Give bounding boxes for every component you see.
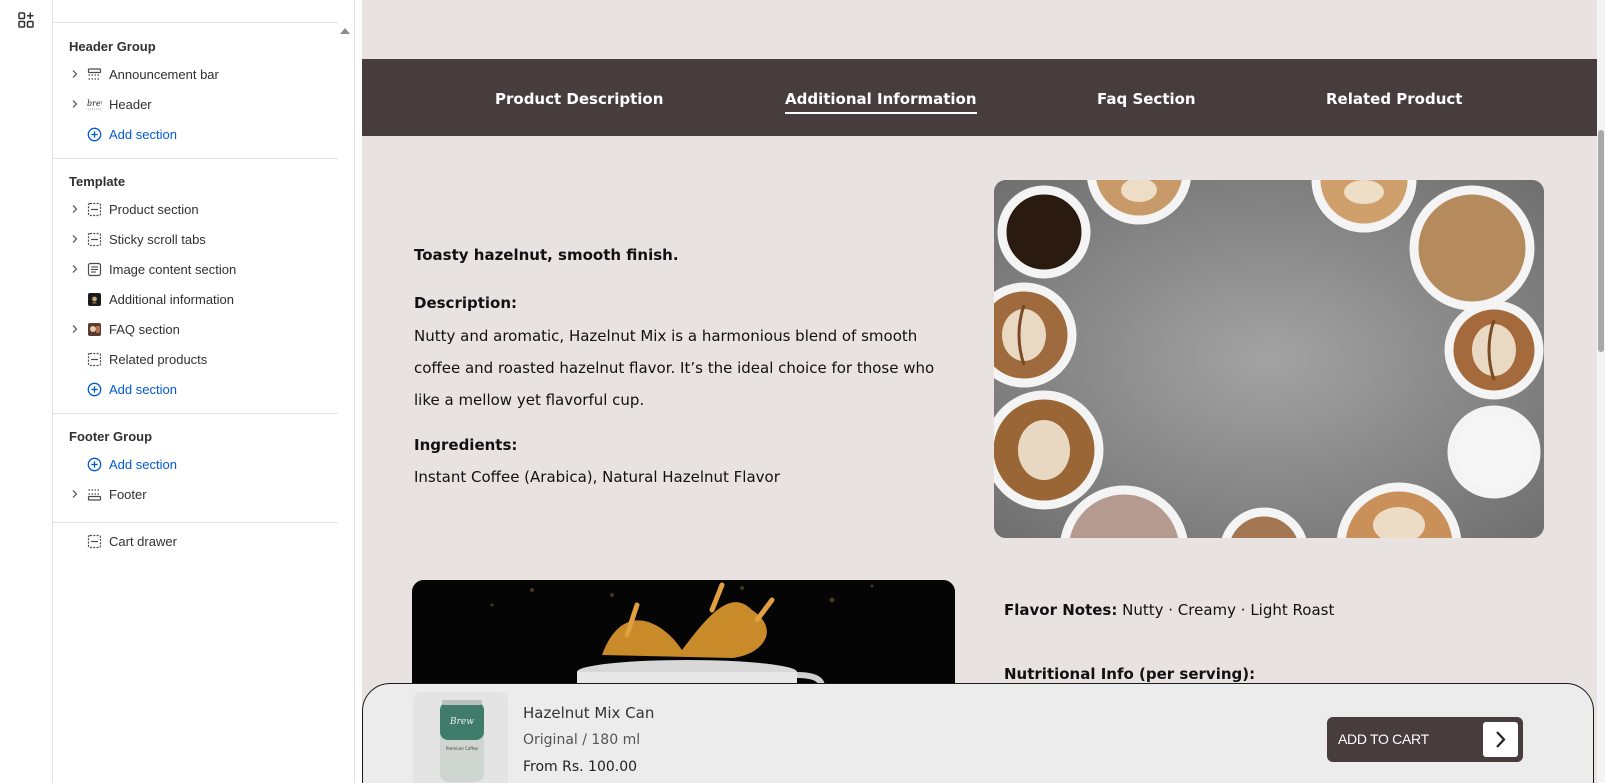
icon-rail [0,0,53,783]
footer-icon [87,489,102,501]
divider [53,158,338,159]
product-tagline: Toasty hazelnut, smooth finish. [414,246,679,264]
description-heading: Description: [414,294,518,312]
tab-product-description[interactable]: Product Description [495,90,663,108]
divider [53,522,338,523]
description-text: Nutty and aromatic, Hazelnut Mix is a ha… [414,327,935,409]
add-section-label: Add section [109,457,177,472]
sidebar-item-cart-drawer[interactable]: Cart drawer [53,527,338,555]
sidebar-item-label: Additional information [109,292,235,307]
flavor-notes-value: Nutty · Creamy · Light Roast [1122,601,1335,619]
sidebar-item-header[interactable]: brew Header [53,90,338,118]
tab-faq-section[interactable]: Faq Section [1097,90,1196,108]
sidebar-item-additional-information[interactable]: Additional information [53,285,338,313]
template-group-title: Template [69,174,126,189]
chevron-right-icon[interactable] [70,99,80,109]
divider [53,22,338,23]
product-name: Hazelnut Mix Can [523,704,655,722]
sidebar-item-sticky-scroll-tabs[interactable]: Sticky scroll tabs [53,225,338,253]
chevron-right-icon[interactable] [70,264,80,274]
sidebar-item-image-content-section[interactable]: Image content section [53,255,338,283]
sidebar-item-label: Cart drawer [109,534,177,549]
flavor-notes: Flavor Notes: Nutty · Creamy · Light Roa… [1004,601,1334,619]
thumbnail-icon [88,293,101,306]
sidebar-item-announcement-bar[interactable]: Announcement bar [53,60,338,88]
faq-thumbnail-icon [88,323,101,336]
product-price: From Rs. 100.00 [523,759,638,775]
sticky-add-to-cart-bar: Brew Premium Coffee Hazelnut Mix Can Ori… [362,683,1594,783]
can-brand: Brew [449,717,474,727]
nutrition-heading: Nutritional Info (per serving): [1004,665,1256,683]
chevron-right-icon[interactable] [70,234,80,244]
add-to-cart-label: ADD TO CART [1338,731,1429,747]
tab-related-product[interactable]: Related Product [1326,90,1462,108]
add-section-label: Add section [109,382,177,397]
flavor-notes-label: Flavor Notes: [1004,601,1118,619]
add-section-label: Add section [109,127,177,142]
section-icon [87,534,102,549]
add-to-cart-button[interactable]: ADD TO CART [1327,717,1523,762]
storefront-preview: Product Description Additional Informati… [362,0,1597,783]
plus-circle-icon [87,127,102,142]
announcement-bar-icon [87,68,102,80]
tab-additional-information[interactable]: Additional Information [785,90,977,114]
scrollbar-thumb[interactable] [1598,130,1604,352]
svg-text:brew: brew [87,99,102,108]
sidebar-item-label: Sticky scroll tabs [109,232,206,247]
coffee-splash-image [412,580,955,700]
text-block-icon [87,262,102,277]
coffee-cups-image [994,180,1544,538]
chevron-right-icon[interactable] [70,69,80,79]
apps-icon[interactable] [17,11,35,29]
section-icon [87,232,102,247]
sidebar-item-footer[interactable]: Footer [53,480,338,508]
sidebar-item-product-section[interactable]: Product section [53,195,338,223]
sections-sidebar: Header Group Announcement bar brew Heade… [53,0,355,783]
header-group-title: Header Group [69,39,156,54]
arrow-right-icon [1483,722,1518,757]
plus-circle-icon [87,382,102,397]
preview-canvas: Product Description Additional Informati… [355,0,1605,783]
sidebar-item-label: FAQ section [109,322,180,337]
add-section-button-header[interactable]: Add section [53,120,338,148]
add-section-button-template[interactable]: Add section [53,375,338,403]
sidebar-item-label: Announcement bar [109,67,219,82]
theme-editor: Header Group Announcement bar brew Heade… [0,0,1605,783]
chevron-right-icon[interactable] [70,489,80,499]
section-icon [87,352,102,367]
sidebar-item-faq-section[interactable]: FAQ section [53,315,338,343]
divider [53,413,338,414]
can-label: Premium Coffee [446,746,479,751]
sidebar-item-label: Related products [109,352,208,367]
sidebar-item-label: Image content section [109,262,237,277]
sidebar-item-label: Product section [109,202,199,217]
scroll-up-arrow-icon[interactable] [340,28,350,34]
sidebar-item-label: Header [109,97,152,112]
header-logo-icon: brew [87,99,102,110]
product-variant: Original / 180 ml [523,732,641,748]
chevron-right-icon[interactable] [70,204,80,214]
ingredients-heading: Ingredients: [414,436,518,454]
add-section-button-footer[interactable]: Add section [53,450,338,478]
sidebar-item-related-products[interactable]: Related products [53,345,338,373]
footer-group-title: Footer Group [69,429,153,444]
preview-scrollbar[interactable] [1597,0,1605,783]
chevron-right-icon[interactable] [70,324,80,334]
sticky-tabs-bar: Product Description Additional Informati… [362,59,1597,136]
product-thumbnail: Brew Premium Coffee [413,692,508,783]
ingredients-text: Instant Coffee (Arabica), Natural Hazeln… [414,468,780,486]
plus-circle-icon [87,457,102,472]
section-icon [87,202,102,217]
sidebar-item-label: Footer [109,487,147,502]
